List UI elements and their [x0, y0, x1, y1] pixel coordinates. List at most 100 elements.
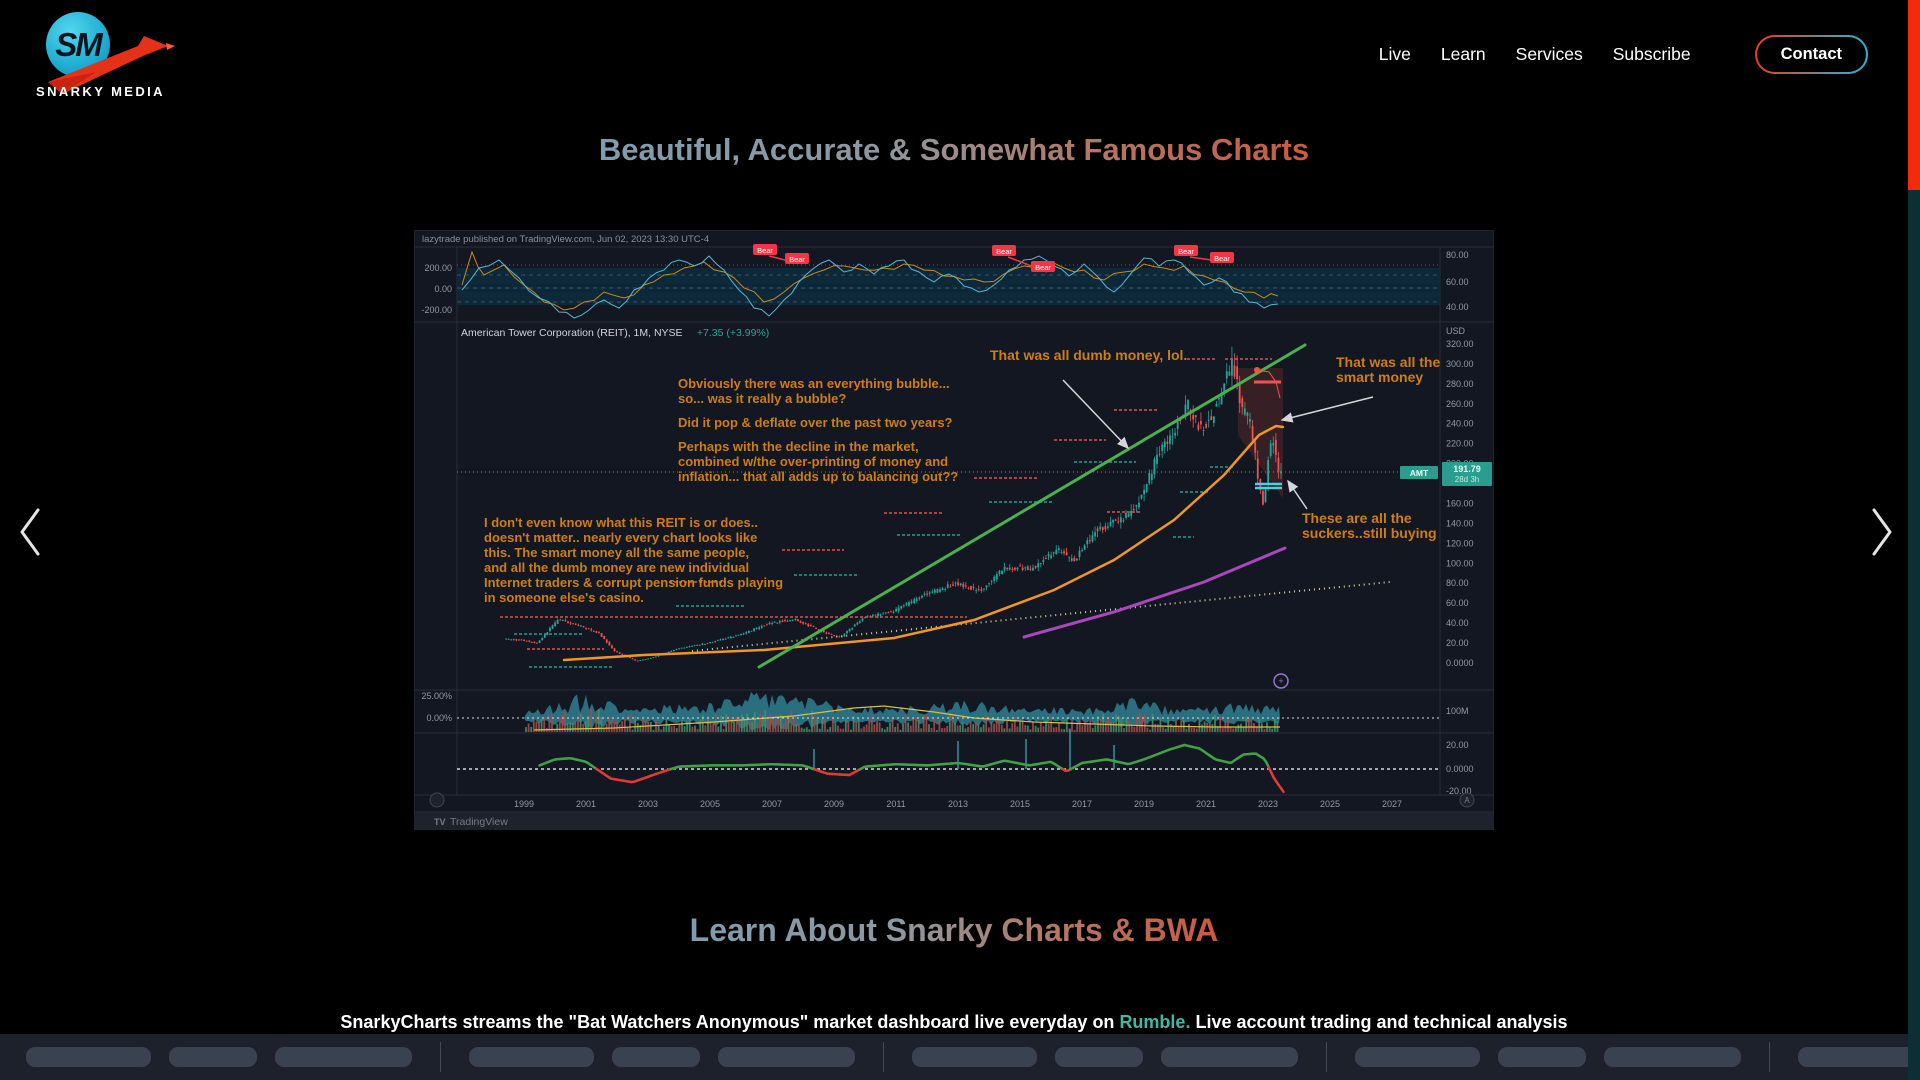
tradingview-chart: lazytrade published on TradingView.com, … — [414, 230, 1494, 830]
contact-button[interactable]: Contact — [1755, 35, 1868, 74]
svg-text:80.00: 80.00 — [1446, 250, 1469, 260]
svg-text:USD: USD — [1446, 326, 1466, 336]
skeleton-divider — [440, 1042, 441, 1072]
svg-text:2013: 2013 — [948, 799, 968, 809]
svg-text:20.00: 20.00 — [1446, 740, 1469, 750]
svg-text:260.00: 260.00 — [1446, 399, 1474, 409]
svg-text:2009: 2009 — [824, 799, 844, 809]
svg-text:20.00: 20.00 — [1446, 638, 1469, 648]
svg-text:100.00: 100.00 — [1446, 558, 1474, 568]
carousel-prev-button[interactable] — [14, 504, 50, 560]
svg-text:2021: 2021 — [1196, 799, 1216, 809]
svg-text:I don't even know what this RE: I don't even know what this REIT is or d… — [484, 515, 758, 530]
svg-text:-200.00: -200.00 — [421, 305, 452, 315]
svg-text:Obviously there was an everyth: Obviously there was an everything bubble… — [678, 376, 950, 391]
svg-text:100M: 100M — [1446, 706, 1469, 716]
svg-text:smart money: smart money — [1336, 369, 1423, 385]
footer-text-part: Live account trading and technical analy… — [1190, 1012, 1567, 1032]
rumble-link[interactable]: Rumble. — [1119, 1012, 1190, 1032]
svg-text:220.00: 220.00 — [1446, 439, 1474, 449]
svg-text:60.00: 60.00 — [1446, 598, 1469, 608]
svg-text:2023: 2023 — [1258, 799, 1278, 809]
svg-text:320.00: 320.00 — [1446, 339, 1474, 349]
svg-text:200.00: 200.00 — [424, 263, 452, 273]
svg-text:0.00%: 0.00% — [426, 713, 452, 723]
svg-text:this. The smart money all the: this. The smart money all the same peopl… — [484, 545, 749, 560]
footer-text-part: "Bat Watchers Anonymous" — [569, 1012, 809, 1032]
svg-text:80.00: 80.00 — [1446, 578, 1469, 588]
skeleton-pill — [469, 1047, 594, 1067]
svg-text:2003: 2003 — [638, 799, 658, 809]
chevron-right-icon — [1862, 504, 1898, 560]
skeleton-divider — [1769, 1042, 1770, 1072]
svg-text:combined w/the over-printing o: combined w/the over-printing of money an… — [678, 454, 948, 469]
svg-text:2005: 2005 — [700, 799, 720, 809]
svg-text:40.00: 40.00 — [1446, 302, 1469, 312]
skeleton-pill — [612, 1047, 700, 1067]
svg-text:28d 3h: 28d 3h — [1455, 475, 1479, 484]
svg-text:doesn't matter.. nearly every: doesn't matter.. nearly every chart look… — [484, 530, 757, 545]
svg-text:+7.35 (+3.99%): +7.35 (+3.99%) — [697, 327, 769, 339]
skeleton-pill — [1798, 1047, 1920, 1067]
carousel-next-button[interactable] — [1862, 504, 1898, 560]
skeleton-pill — [912, 1047, 1037, 1067]
svg-text:240.00: 240.00 — [1446, 419, 1474, 429]
skeleton-divider — [883, 1042, 884, 1072]
svg-text:Bear: Bear — [789, 255, 805, 264]
svg-text:140.00: 140.00 — [1446, 518, 1474, 528]
hero-title-text: Beautiful, Accurate & Somewhat Famous Ch… — [599, 132, 1309, 168]
skeleton-pill — [1498, 1047, 1586, 1067]
footer-text-part: SnarkyCharts streams the — [340, 1012, 568, 1032]
skeleton-pill — [169, 1047, 257, 1067]
svg-text:0.00: 0.00 — [434, 284, 452, 294]
svg-text:191.79: 191.79 — [1453, 464, 1481, 474]
skeleton-divider — [1326, 1042, 1327, 1072]
learn-section-title: Learn About Snarky Charts & BWA — [0, 912, 1908, 949]
svg-text:+: + — [1278, 676, 1283, 686]
svg-text:American Tower Corporation (RE: American Tower Corporation (REIT), 1M, N… — [461, 327, 683, 339]
page-scrollbar-thumb[interactable] — [1908, 0, 1920, 190]
svg-text:Did it pop & deflate over the: Did it pop & deflate over the past two y… — [678, 415, 953, 430]
svg-text:Bear: Bear — [996, 247, 1012, 256]
brand-name: SNARKY MEDIA — [36, 84, 165, 99]
main-nav: Live Learn Services Subscribe Contact — [1379, 18, 1868, 90]
nav-item-subscribe[interactable]: Subscribe — [1613, 44, 1691, 65]
svg-text:suckers..still buying: suckers..still buying — [1302, 525, 1437, 541]
chevron-left-icon — [14, 504, 50, 560]
nav-item-learn[interactable]: Learn — [1441, 44, 1486, 65]
svg-text:2015: 2015 — [1010, 799, 1030, 809]
svg-text:Bear: Bear — [1035, 263, 1051, 272]
skeleton-pill — [1604, 1047, 1741, 1067]
svg-text:0.0000: 0.0000 — [1446, 658, 1474, 668]
svg-text:TradingView: TradingView — [450, 816, 508, 828]
svg-text:That was all the: That was all the — [1336, 354, 1440, 370]
svg-text:120.00: 120.00 — [1446, 538, 1474, 548]
skeleton-pill — [718, 1047, 855, 1067]
svg-text:That was all dumb money, lol.: That was all dumb money, lol. — [990, 347, 1187, 363]
svg-text:2007: 2007 — [762, 799, 782, 809]
nav-item-services[interactable]: Services — [1516, 44, 1583, 65]
svg-text:25.00%: 25.00% — [421, 691, 452, 701]
skeleton-pill — [26, 1047, 151, 1067]
svg-text:2027: 2027 — [1382, 799, 1402, 809]
footer-paragraph: SnarkyCharts streams the "Bat Watchers A… — [0, 1012, 1908, 1033]
svg-text:and all the dumb money are new: and all the dumb money are new individua… — [484, 560, 749, 575]
svg-text:2017: 2017 — [1072, 799, 1092, 809]
svg-text:0.0000: 0.0000 — [1446, 764, 1474, 774]
chart-slide: lazytrade published on TradingView.com, … — [414, 230, 1494, 830]
svg-text:160.00: 160.00 — [1446, 498, 1474, 508]
svg-text:These are all the: These are all the — [1302, 510, 1412, 526]
svg-text:inflation... that all adds up: inflation... that all adds up to balanci… — [678, 469, 958, 484]
svg-text:Internet traders & corrupt pen: Internet traders & corrupt pension funds… — [484, 575, 783, 590]
learn-section-title-text: Learn About Snarky Charts & BWA — [690, 912, 1219, 949]
svg-text:so... was it really a bubble?: so... was it really a bubble? — [678, 391, 846, 406]
site-logo[interactable]: SM SNARKY MEDIA — [36, 10, 166, 98]
skeleton-pill — [1055, 1047, 1143, 1067]
svg-text:Bear: Bear — [1178, 247, 1194, 256]
nav-item-live[interactable]: Live — [1379, 44, 1411, 65]
svg-text:2001: 2001 — [576, 799, 596, 809]
skeleton-pill — [1161, 1047, 1298, 1067]
svg-text:280.00: 280.00 — [1446, 379, 1474, 389]
svg-text:Perhaps with the decline in th: Perhaps with the decline in the market, — [678, 439, 919, 454]
svg-text:Bear: Bear — [757, 246, 773, 255]
